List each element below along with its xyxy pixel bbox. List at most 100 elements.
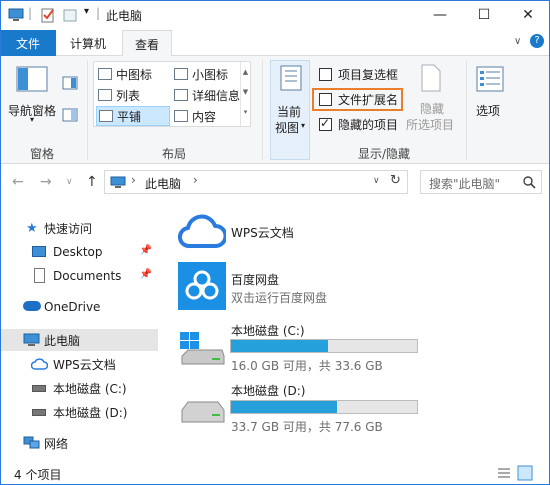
tiles-view-icon[interactable] <box>517 465 533 481</box>
drive-c-tile[interactable] <box>178 330 226 370</box>
baidu-tile-subtitle: 双击运行百度网盘 <box>231 291 328 305</box>
recent-dropdown-icon[interactable]: ∨ <box>66 177 73 187</box>
baidu-tile-icon[interactable] <box>178 262 226 310</box>
options-label: 选项 <box>476 104 501 118</box>
preview-pane-icon[interactable] <box>62 76 78 90</box>
nav-wps[interactable]: WPS云文档 <box>0 353 158 375</box>
nav-onedrive-label: OneDrive <box>44 300 101 314</box>
cloud-icon <box>23 301 41 311</box>
computer-icon[interactable] <box>8 7 24 23</box>
navigation-pane: ★ 快速访问 Desktop 📌 Documents 📌 OneDrive 此电… <box>0 200 158 462</box>
properties-icon[interactable] <box>40 7 56 23</box>
layout-list[interactable]: 列表 <box>98 85 140 105</box>
desktop-icon <box>32 246 46 257</box>
item-count: 4 个项目 <box>14 468 62 482</box>
refresh-icon[interactable]: ↻ <box>390 173 401 188</box>
back-arrow-icon[interactable]: ← <box>12 174 24 190</box>
drive-d-usage-fill <box>231 401 338 413</box>
help-icon[interactable]: ? <box>530 34 544 48</box>
layout-details-label: 详细信息 <box>192 88 241 103</box>
current-view-button[interactable]: 当前 视图 ▾ <box>270 60 310 160</box>
wps-tile-title: WPS云文档 <box>231 226 294 240</box>
small-icons-icon <box>174 68 188 80</box>
tab-view[interactable]: 查看 <box>122 30 172 57</box>
forward-arrow-icon[interactable]: → <box>40 174 52 190</box>
show-hide-group-label: 显示/隐藏 <box>358 147 411 161</box>
nav-this-pc[interactable]: 此电脑 <box>0 329 158 351</box>
qat-dropdown-icon[interactable]: ▾ <box>84 6 89 17</box>
drive-c-title: 本地磁盘 (C:) <box>231 324 305 338</box>
nav-documents-label: Documents <box>53 269 122 283</box>
network-icon <box>23 436 40 449</box>
current-view-icon <box>280 65 302 91</box>
close-button[interactable]: ✕ <box>506 0 550 30</box>
nav-this-pc-label: 此电脑 <box>44 333 81 348</box>
computer-icon <box>23 333 40 346</box>
current-view-label-1: 当前 <box>277 105 302 119</box>
drive-d-tile[interactable] <box>178 392 226 428</box>
nav-desktop[interactable]: Desktop 📌 <box>0 241 158 263</box>
breadcrumb-separator-icon[interactable]: › <box>193 173 198 187</box>
pin-icon[interactable]: 📌 <box>140 245 152 256</box>
collapse-ribbon-icon[interactable]: ∨ <box>514 36 521 47</box>
layout-details[interactable]: 详细信息 <box>174 85 240 105</box>
details-icon <box>174 89 188 101</box>
status-bar: 4 个项目 <box>0 462 550 484</box>
drive-icon <box>32 409 46 416</box>
search-input[interactable]: 搜索"此电脑" <box>420 170 542 194</box>
layout-tiles-label: 平铺 <box>117 109 142 124</box>
nav-drive-d[interactable]: 本地磁盘 (D:) <box>0 401 158 423</box>
search-placeholder: 搜索"此电脑" <box>429 177 501 191</box>
nav-onedrive[interactable]: OneDrive <box>0 296 158 318</box>
search-icon <box>523 176 536 189</box>
new-folder-icon[interactable] <box>62 7 78 23</box>
nav-pane-button[interactable]: 导航窗格 ▾ <box>6 62 58 124</box>
nav-quick-access[interactable]: ★ 快速访问 <box>0 217 158 239</box>
group-divider <box>87 60 88 160</box>
highlight-frame <box>312 88 403 111</box>
qat-separator: | <box>28 6 33 20</box>
hide-selected-button[interactable]: 隐藏 所选项目 <box>404 62 462 134</box>
details-pane-icon[interactable] <box>62 108 78 122</box>
minimize-button[interactable]: — <box>418 0 462 30</box>
tab-computer[interactable]: 计算机 <box>60 30 116 56</box>
group-divider <box>466 60 467 160</box>
breadcrumb-this-pc[interactable]: 此电脑 <box>145 175 181 192</box>
tab-file[interactable]: 文件 <box>0 30 56 56</box>
wps-tile[interactable] <box>176 212 226 252</box>
layout-medium-icons-label: 中图标 <box>116 67 153 82</box>
up-arrow-icon[interactable]: ↑ <box>86 174 98 190</box>
nav-documents[interactable]: Documents 📌 <box>0 265 158 287</box>
layout-small-icons[interactable]: 小图标 <box>174 64 228 84</box>
title-bar: | ▾ | 此电脑 — ☐ ✕ <box>0 0 550 30</box>
nav-pane-icon <box>16 66 48 92</box>
options-button[interactable]: 选项 <box>472 62 508 126</box>
drive-c-usage-fill <box>231 340 328 352</box>
group-divider <box>262 60 263 160</box>
layout-scroll[interactable]: ▲ ▼ ▾ <box>240 62 250 126</box>
layout-content[interactable]: 内容 <box>174 106 216 126</box>
drive-c-usage-text: 16.0 GB 可用，共 33.6 GB <box>231 359 383 373</box>
maximize-button[interactable]: ☐ <box>462 0 506 30</box>
nav-network[interactable]: 网络 <box>0 432 158 454</box>
item-checkboxes-checkbox[interactable] <box>319 68 332 81</box>
drive-c-usage-bar <box>230 339 418 353</box>
layout-tiles[interactable]: 平铺 <box>96 106 170 126</box>
qat-separator: | <box>96 6 101 20</box>
hidden-items-checkbox[interactable] <box>319 116 332 131</box>
nav-drive-c[interactable]: 本地磁盘 (C:) <box>0 377 158 399</box>
drive-icon <box>32 385 46 392</box>
nav-drive-d-label: 本地磁盘 (D:) <box>53 405 128 420</box>
hide-selected-label-2: 所选项目 <box>406 118 455 132</box>
pane-group-label: 窗格 <box>30 147 55 161</box>
star-icon: ★ <box>26 220 38 236</box>
layout-medium-icons[interactable]: 中图标 <box>98 64 152 84</box>
address-dropdown-icon[interactable]: ∨ <box>373 176 380 186</box>
pin-icon[interactable]: 📌 <box>140 269 152 280</box>
nav-wps-label: WPS云文档 <box>53 357 116 372</box>
details-view-icon[interactable] <box>497 467 511 479</box>
hide-selected-icon <box>421 64 441 92</box>
address-field[interactable]: › 此电脑 › ∨ ↻ <box>104 170 408 194</box>
layout-list-label: 列表 <box>116 88 141 103</box>
medium-icons-icon <box>98 68 112 80</box>
